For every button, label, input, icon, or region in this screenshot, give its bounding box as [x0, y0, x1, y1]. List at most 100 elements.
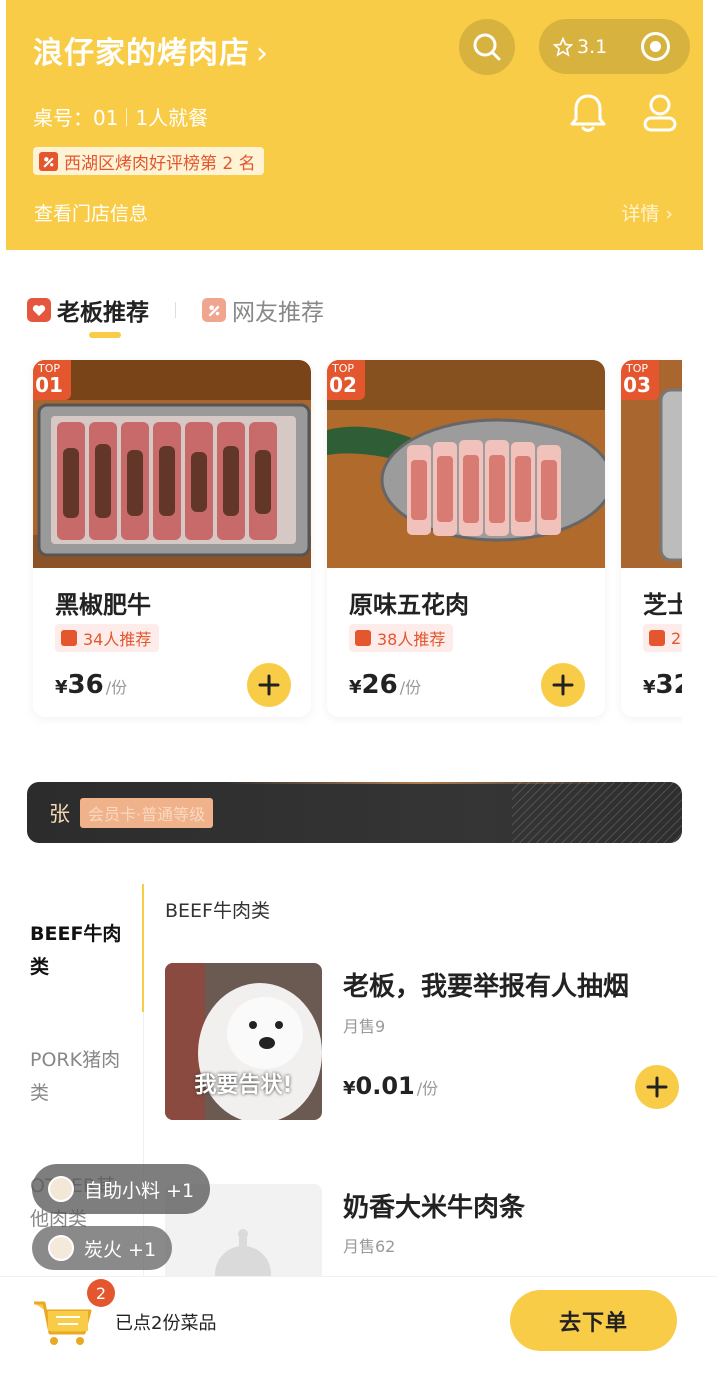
currency-symbol: ¥: [343, 1078, 356, 1099]
rank-number: 03: [623, 373, 651, 397]
recommend-count: 34人推荐: [83, 630, 152, 649]
recommend-card[interactable]: TOP 01 黑椒肥牛 34人推荐 ¥36 /份: [33, 360, 311, 717]
dish-name: 原味五花肉: [349, 591, 469, 619]
recommend-card[interactable]: TOP 02 原味五花肉 38人推荐 ¥26 /份: [327, 360, 605, 717]
category-indicator: [142, 884, 144, 1012]
details-link[interactable]: 详情 ›: [621, 199, 673, 226]
tab-indicator: [89, 332, 121, 338]
member-name: 张: [49, 801, 70, 826]
user-icon: [643, 94, 677, 132]
dish-image: [33, 360, 311, 568]
price-unit: /份: [105, 678, 128, 697]
top-rank-badge: TOP 02: [327, 360, 365, 400]
recommend-count-badge: 38人推荐: [349, 624, 454, 652]
item-name[interactable]: 奶香大米牛肉条: [343, 1187, 525, 1224]
award-icon: [39, 151, 58, 171]
plus-icon: [646, 1076, 668, 1098]
award-icon: [355, 630, 371, 646]
tab-label: 老板推荐: [57, 300, 149, 326]
table-number: 桌号：01: [33, 106, 119, 130]
close-miniprogram-icon[interactable]: [641, 32, 670, 61]
price-value: 26: [361, 670, 398, 700]
search-button[interactable]: [459, 19, 515, 75]
top-rank-badge: TOP 03: [621, 360, 659, 400]
item-name[interactable]: 老板，我要举报有人抽烟: [343, 966, 629, 1003]
award-icon: [61, 630, 77, 646]
star-icon: [553, 36, 573, 57]
mini-program-capsule: 3.1: [539, 19, 690, 74]
store-info-link[interactable]: 查看门店信息: [34, 199, 148, 226]
selected-item-pill[interactable]: 炭火 +1: [32, 1226, 173, 1270]
item-image[interactable]: 我要告状!: [165, 963, 322, 1120]
item-monthly-sales: 月售9: [343, 1017, 386, 1036]
add-to-cart-button[interactable]: [635, 1065, 679, 1109]
chevron-right-icon: ›: [665, 203, 673, 225]
table-info: 桌号：01 1人就餐: [33, 102, 208, 131]
item-image-caption: 我要告状!: [194, 1073, 293, 1098]
profile-button[interactable]: [640, 92, 680, 138]
award-icon: [202, 298, 226, 322]
place-order-button[interactable]: 去下单: [510, 1290, 677, 1351]
price-unit: /份: [416, 1079, 439, 1098]
recommend-count-badge: 2: [643, 624, 682, 652]
call-waiter-button[interactable]: [568, 92, 608, 138]
currency-symbol: ¥: [349, 677, 362, 698]
dish-name: 黑椒肥牛: [55, 591, 151, 619]
recommend-tabs: 老板推荐 网友推荐: [27, 293, 324, 327]
recommend-count: 2: [671, 628, 682, 648]
ranking-badge[interactable]: 西湖区烤肉好评榜第 2 名: [33, 147, 264, 175]
item-thumbnail: [48, 1235, 74, 1261]
decorative-pattern: [512, 782, 682, 843]
tab-user-recommend[interactable]: 网友推荐: [202, 293, 324, 327]
search-icon: [473, 33, 501, 61]
heart-icon: [27, 298, 51, 322]
cart-summary: 已点2份菜品: [115, 1313, 217, 1334]
tab-boss-recommend[interactable]: 老板推荐: [27, 293, 149, 327]
rating-value: 3.1: [577, 35, 608, 58]
add-to-cart-button[interactable]: [541, 663, 585, 707]
recommend-count-badge: 34人推荐: [55, 624, 160, 652]
item-price: ¥0.01/份: [343, 1072, 438, 1100]
section-title: BEEF牛肉类: [165, 900, 270, 922]
currency-symbol: ¥: [55, 677, 68, 698]
item-thumbnail: [48, 1176, 74, 1202]
selected-item-pill[interactable]: 自助小料 +1: [32, 1164, 211, 1214]
store-name: 浪仔家的烤肉店: [33, 36, 250, 71]
currency-symbol: ¥: [643, 677, 656, 698]
rating[interactable]: 3.1: [553, 36, 607, 58]
price-value: 0.01: [355, 1072, 415, 1100]
add-to-cart-button[interactable]: [247, 663, 291, 707]
category-pork[interactable]: PORK猪肉类: [30, 1044, 130, 1110]
membership-card[interactable]: 张 会员卡·普通等级: [27, 782, 682, 843]
cart-icon: [34, 1301, 92, 1345]
dish-image: [327, 360, 605, 568]
cart-count-badge: 2: [87, 1279, 115, 1307]
tab-label: 网友推荐: [232, 300, 324, 326]
store-header: 浪仔家的烤肉店 › 3.1 桌号：01 1人就餐 西湖区烤肉好评榜第 2 名 查…: [6, 0, 703, 250]
item-monthly-sales: 月售62: [343, 1237, 396, 1256]
top-rank-badge: TOP 01: [33, 360, 71, 400]
dish-price: ¥36/份: [55, 670, 127, 700]
pill-label: 自助小料 +1: [84, 1179, 195, 1202]
dish-price: ¥26/份: [349, 670, 421, 700]
recommend-count: 38人推荐: [377, 630, 446, 649]
category-beef[interactable]: BEEF牛肉类: [30, 918, 130, 984]
chevron-right-icon: ›: [256, 36, 269, 71]
ranking-text: 西湖区烤肉好评榜第 2 名: [64, 153, 256, 174]
recommend-carousel[interactable]: TOP 01 黑椒肥牛 34人推荐 ¥36 /份 TOP 02 原味五花肉 38…: [27, 355, 682, 725]
recommend-card[interactable]: TOP 03 芝士 2 ¥32/份: [621, 360, 682, 717]
diners-count: 1人就餐: [135, 106, 209, 130]
plus-icon: [258, 674, 280, 696]
cart-button[interactable]: [32, 1297, 94, 1347]
price-unit: /份: [399, 678, 422, 697]
details-label: 详情: [621, 203, 660, 225]
bell-icon: [570, 94, 606, 132]
divider: [175, 302, 176, 318]
plus-icon: [552, 674, 574, 696]
price-value: 32: [655, 670, 682, 700]
award-icon: [649, 630, 665, 646]
store-name-link[interactable]: 浪仔家的烤肉店 ›: [33, 28, 269, 72]
price-value: 36: [67, 670, 104, 700]
dish-price: ¥32/份: [643, 670, 682, 700]
pill-label: 炭火 +1: [84, 1238, 157, 1261]
